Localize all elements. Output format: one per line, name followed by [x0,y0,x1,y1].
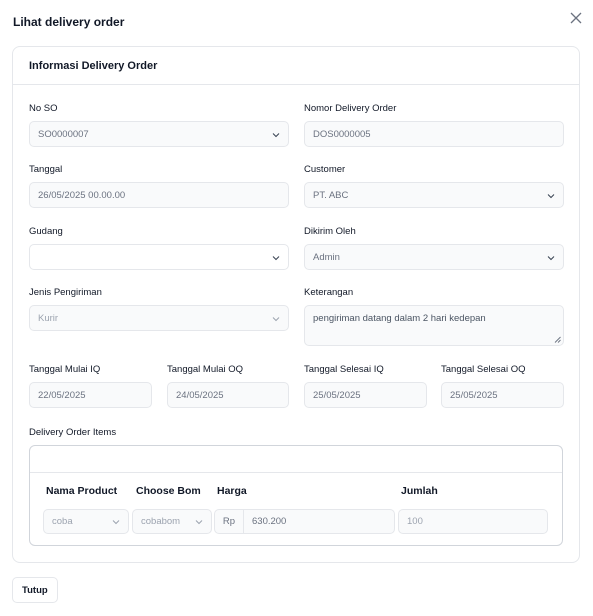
chevron-down-icon [547,256,555,261]
tgl-mulai-oq-field[interactable]: 24/05/2025 [167,382,289,408]
jenis-pengiriman-label: Jenis Pengiriman [29,287,102,298]
tgl-selesai-oq-label: Tanggal Selesai OQ [441,364,526,375]
keterangan-textarea[interactable]: pengiriman datang dalam 2 hari kedepan [304,305,564,346]
tanggal-field[interactable]: 26/05/2025 00.00.00 [29,182,289,208]
no-so-select[interactable]: SO0000007 [29,121,289,147]
customer-label: Customer [304,164,346,175]
bom-select[interactable]: cobabom [132,509,212,534]
jenis-pengiriman-select[interactable]: Kurir [29,305,289,331]
keterangan-value: pengiriman datang dalam 2 hari kedepan [313,313,486,324]
product-select[interactable]: coba [43,509,129,534]
tgl-mulai-iq-label: Tanggal Mulai IQ [29,364,101,375]
keterangan-label: Keterangan [304,287,354,298]
tgl-selesai-oq-field[interactable]: 25/05/2025 [441,382,564,408]
tgl-mulai-iq-value: 22/05/2025 [38,389,86,401]
gudang-label: Gudang [29,226,63,237]
card-divider [13,84,579,85]
col-jumlah: Jumlah [401,485,438,497]
chevron-down-icon [272,133,280,138]
currency-prefix: Rp [215,510,244,533]
no-so-value: SO0000007 [38,128,89,140]
chevron-down-icon [112,520,120,525]
harga-input[interactable]: Rp 630.200 [214,509,395,534]
close-button[interactable] [569,11,583,25]
gudang-select[interactable] [29,244,289,270]
items-table: Nama Product Choose Bom Harga Jumlah cob… [29,445,563,546]
no-so-label: No SO [29,103,58,114]
dikirim-oleh-label: Dikirim Oleh [304,226,356,237]
chevron-down-icon [272,317,280,322]
customer-value: PT. ABC [313,189,349,201]
customer-select[interactable]: PT. ABC [304,182,564,208]
dikirim-oleh-value: Admin [313,251,340,263]
tgl-selesai-iq-field[interactable]: 25/05/2025 [304,382,427,408]
tgl-selesai-iq-value: 25/05/2025 [313,389,361,401]
tanggal-label: Tanggal [29,164,63,175]
chevron-down-icon [195,520,203,525]
tanggal-value: 26/05/2025 00.00.00 [38,189,126,201]
items-table-header [30,446,562,473]
tgl-mulai-oq-value: 24/05/2025 [176,389,224,401]
card-title: Informasi Delivery Order [29,60,158,72]
nomor-do-value: DOS0000005 [313,128,371,140]
jumlah-input[interactable]: 100 [398,509,548,534]
dialog-title: Lihat delivery order [13,15,125,29]
items-label: Delivery Order Items [29,427,117,438]
product-value: coba [52,516,73,527]
tgl-selesai-oq-value: 25/05/2025 [450,389,498,401]
jumlah-value: 100 [407,516,423,527]
resize-grip-icon[interactable] [554,336,561,343]
tutup-button[interactable]: Tutup [12,577,58,603]
chevron-down-icon [547,194,555,199]
info-card: Informasi Delivery Order No SO SO0000007… [12,46,580,563]
nomor-do-label: Nomor Delivery Order [304,103,397,114]
close-icon [570,12,582,24]
jenis-pengiriman-value: Kurir [38,312,59,324]
chevron-down-icon [272,256,280,261]
tgl-mulai-oq-label: Tanggal Mulai OQ [167,364,244,375]
nomor-do-field[interactable]: DOS0000005 [304,121,564,147]
col-choose-bom: Choose Bom [136,485,201,497]
tgl-mulai-iq-field[interactable]: 22/05/2025 [29,382,152,408]
tgl-selesai-iq-label: Tanggal Selesai IQ [304,364,384,375]
harga-value: 630.200 [252,516,287,527]
col-nama-product: Nama Product [46,485,118,497]
bom-value: cobabom [141,516,181,527]
col-harga: Harga [217,485,247,497]
dikirim-oleh-select[interactable]: Admin [304,244,564,270]
